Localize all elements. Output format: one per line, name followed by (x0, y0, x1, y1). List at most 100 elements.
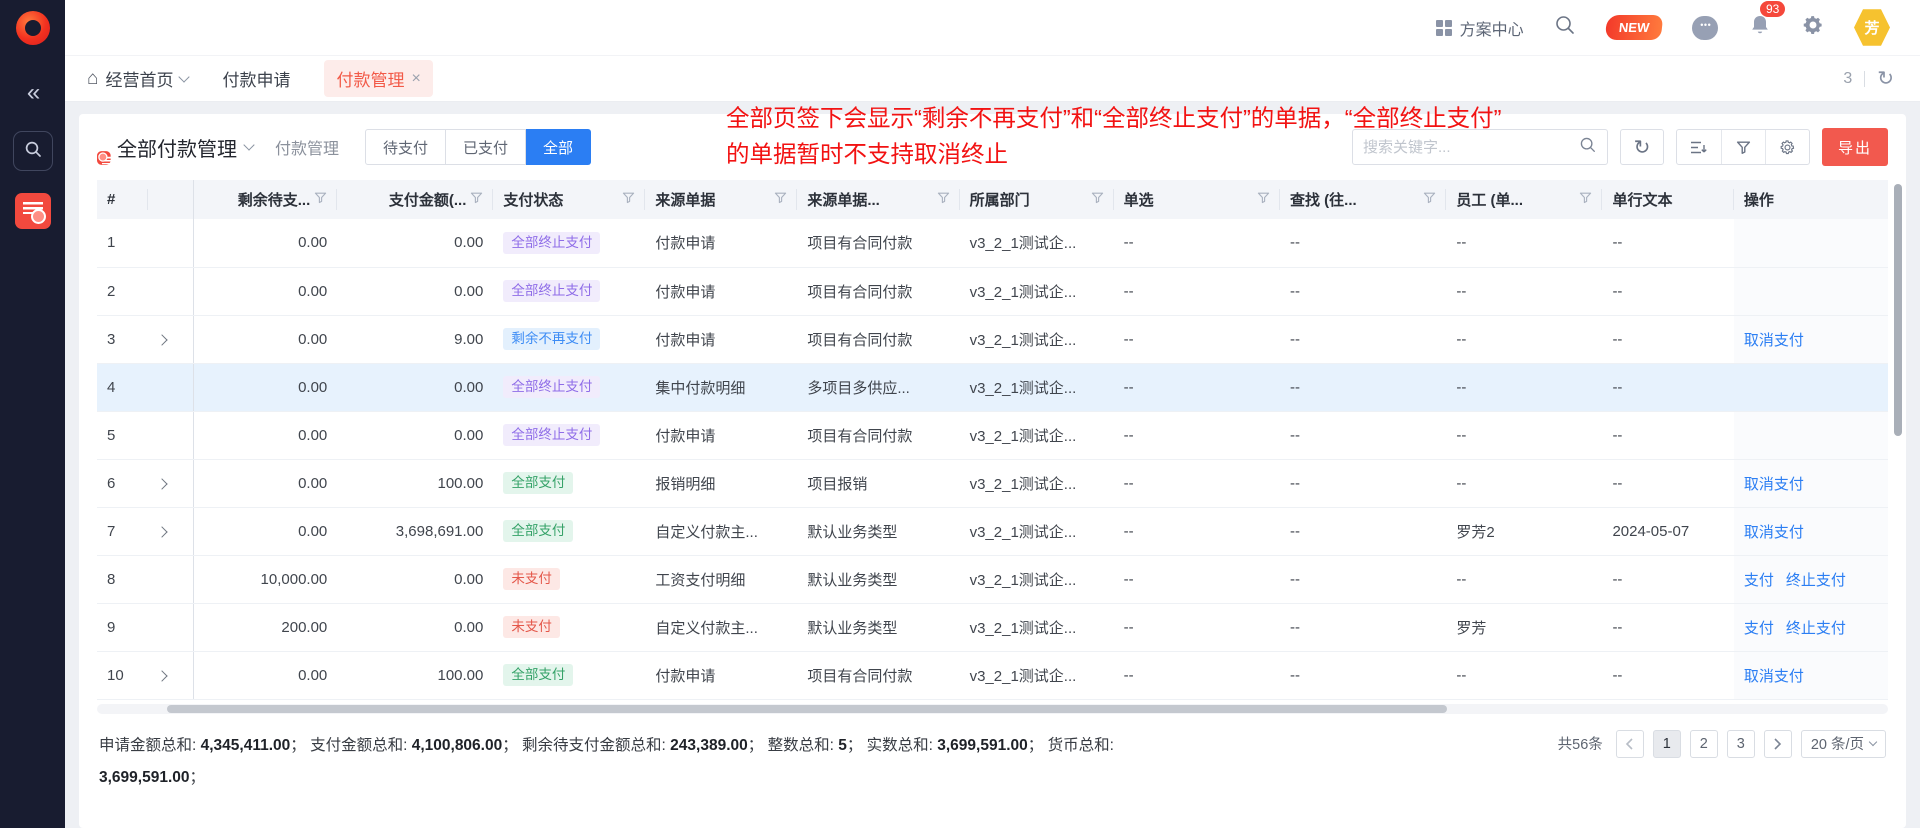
notifications-button[interactable]: 93 (1748, 13, 1772, 42)
expand-chevron-icon[interactable] (157, 526, 168, 537)
remaining-amount-cell: 0.00 (194, 459, 338, 507)
action-link-取消支付[interactable]: 取消支付 (1744, 476, 1804, 493)
column-header-lookup[interactable]: 查找 (往... (1280, 180, 1446, 219)
sidebar-search-button[interactable] (13, 131, 53, 171)
remaining-amount-cell: 0.00 (194, 411, 338, 459)
view-subtitle[interactable]: 付款管理 (275, 135, 339, 159)
settings-gear-icon[interactable] (1802, 14, 1824, 41)
column-header-source_type[interactable]: 来源单据... (797, 180, 959, 219)
collapse-sidebar-icon[interactable]: « (27, 81, 38, 105)
table-row[interactable]: 100.00100.00全部支付付款申请项目有合同付款v3_2_1测试企...-… (97, 651, 1888, 699)
column-header-radio[interactable]: 单选 (1114, 180, 1280, 219)
column-header-department[interactable]: 所属部门 (960, 180, 1114, 219)
column-header-source_doc[interactable]: 来源单据 (645, 180, 797, 219)
segment-待支付[interactable]: 待支付 (365, 129, 446, 165)
action-link-支付[interactable]: 支付 (1744, 572, 1774, 589)
message-icon[interactable] (1692, 16, 1718, 40)
source-doc-cell: 报销明细 (645, 459, 797, 507)
filter-funnel-icon[interactable] (774, 191, 787, 208)
filter-funnel-icon[interactable] (622, 191, 635, 208)
action-link-取消支付[interactable]: 取消支付 (1744, 332, 1804, 349)
expand-cell[interactable] (148, 459, 193, 507)
expand-chevron-icon[interactable] (157, 670, 168, 681)
page-button-3[interactable]: 3 (1727, 730, 1755, 758)
action-link-终止支付[interactable]: 终止支付 (1786, 620, 1846, 637)
row-number-cell: 9 (97, 603, 148, 651)
column-label-employee: 员工 (单... (1456, 189, 1523, 210)
filter-funnel-icon[interactable] (314, 191, 327, 208)
sort-settings-icon[interactable] (1677, 130, 1721, 164)
view-title[interactable]: 全部付款管理 (117, 133, 237, 162)
table-row[interactable]: 9200.000.00未支付自定义付款主...默认业务类型v3_2_1测试企..… (97, 603, 1888, 651)
search-input[interactable] (1363, 139, 1579, 156)
vertical-scrollbar[interactable] (1894, 184, 1902, 436)
sidebar-payment-module-icon[interactable] (15, 193, 51, 229)
tab-business-home[interactable]: ⌂ 经营首页 (87, 66, 188, 91)
summary-label: 剩余待支付金额总和: (522, 737, 670, 754)
text-cell: -- (1602, 219, 1733, 267)
filter-icon[interactable] (1721, 130, 1765, 164)
view-title-chevron-down-icon[interactable] (243, 139, 254, 150)
action-link-支付[interactable]: 支付 (1744, 620, 1774, 637)
table-row[interactable]: 70.003,698,691.00全部支付自定义付款主...默认业务类型v3_2… (97, 507, 1888, 555)
table-row[interactable]: 10.000.00全部终止支付付款申请项目有合同付款v3_2_1测试企...--… (97, 219, 1888, 267)
column-header-status[interactable]: 支付状态 (493, 180, 645, 219)
expand-chevron-icon[interactable] (157, 334, 168, 345)
employee-cell: -- (1446, 651, 1602, 699)
action-link-取消支付[interactable]: 取消支付 (1744, 668, 1804, 685)
app-logo-icon[interactable] (16, 11, 50, 45)
payment-status-segments: 待支付已支付全部 (365, 129, 591, 165)
horizontal-scrollbar-thumb[interactable] (167, 705, 1447, 713)
filter-funnel-icon[interactable] (470, 191, 483, 208)
tab-payment-manage[interactable]: 付款管理 × (324, 60, 432, 97)
column-settings-gear-icon[interactable] (1765, 130, 1809, 164)
search-icon[interactable] (1579, 136, 1597, 159)
payment-status-cell: 全部终止支付 (493, 363, 645, 411)
tab-payment-request[interactable]: 付款申请 (222, 66, 290, 91)
filter-funnel-icon[interactable] (1579, 191, 1592, 208)
table-row[interactable]: 50.000.00全部终止支付付款申请项目有合同付款v3_2_1测试企...--… (97, 411, 1888, 459)
next-page-button[interactable] (1764, 730, 1792, 758)
summary-separator: ； (190, 769, 206, 786)
expand-cell[interactable] (148, 651, 193, 699)
filter-funnel-icon[interactable] (937, 191, 950, 208)
segment-已支付[interactable]: 已支付 (446, 129, 526, 165)
expand-cell[interactable] (148, 315, 193, 363)
column-header-employee[interactable]: 员工 (单... (1446, 180, 1602, 219)
page-button-2[interactable]: 2 (1690, 730, 1718, 758)
action-link-终止支付[interactable]: 终止支付 (1786, 572, 1846, 589)
refresh-page-icon[interactable]: ↻ (1877, 66, 1894, 91)
segment-全部[interactable]: 全部 (526, 129, 591, 165)
table-row[interactable]: 30.009.00剩余不再支付付款申请项目有合同付款v3_2_1测试企...--… (97, 315, 1888, 363)
new-badge[interactable]: NEW (1604, 15, 1663, 40)
department-cell: v3_2_1测试企... (960, 363, 1114, 411)
page-size-select[interactable]: 20 条/页 (1801, 730, 1886, 758)
refresh-table-button[interactable]: ↻ (1620, 129, 1664, 165)
payment-status-cell: 全部支付 (493, 459, 645, 507)
summary-label: 货币总和: (1048, 737, 1114, 754)
table-row[interactable]: 20.000.00全部终止支付付款申请项目有合同付款v3_2_1测试企...--… (97, 267, 1888, 315)
export-button[interactable]: 导出 (1822, 128, 1888, 166)
global-search-icon[interactable] (1554, 14, 1576, 41)
table-row[interactable]: 60.00100.00全部支付报销明细项目报销v3_2_1测试企...-----… (97, 459, 1888, 507)
prev-page-button[interactable] (1616, 730, 1644, 758)
table-row[interactable]: 40.000.00全部终止支付集中付款明细多项目多供应...v3_2_1测试企.… (97, 363, 1888, 411)
filter-funnel-icon[interactable] (1091, 191, 1104, 208)
expand-chevron-icon[interactable] (157, 478, 168, 489)
department-cell: v3_2_1测试企... (960, 219, 1114, 267)
payments-table: #剩余待支...支付金额(...支付状态来源单据来源单据...所属部门单选查找 … (97, 180, 1888, 700)
column-header-remaining[interactable]: 剩余待支... (194, 180, 338, 219)
filter-funnel-icon[interactable] (1257, 191, 1270, 208)
action-link-取消支付[interactable]: 取消支付 (1744, 524, 1804, 541)
close-icon[interactable]: × (411, 70, 420, 88)
column-header-amount[interactable]: 支付金额(... (337, 180, 493, 219)
filter-funnel-icon[interactable] (1423, 191, 1436, 208)
page-button-1[interactable]: 1 (1653, 730, 1681, 758)
paid-amount-cell: 100.00 (337, 651, 493, 699)
solution-center-button[interactable]: 方案中心 (1436, 16, 1524, 40)
table-row[interactable]: 810,000.000.00未支付工资支付明细默认业务类型v3_2_1测试企..… (97, 555, 1888, 603)
expand-cell[interactable] (148, 507, 193, 555)
user-avatar[interactable]: 芳 (1854, 9, 1890, 47)
tabs-right-tools: 3 ↻ (1843, 66, 1894, 91)
source-doc-cell: 付款申请 (645, 411, 797, 459)
